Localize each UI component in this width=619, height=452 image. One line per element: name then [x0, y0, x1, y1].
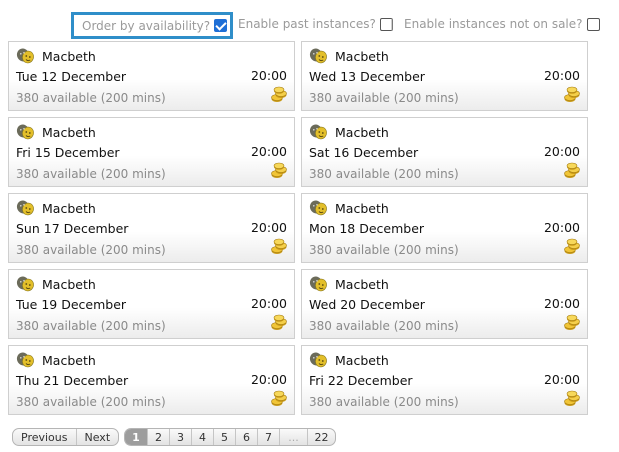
page-link-22[interactable]: 22: [307, 429, 335, 445]
performance-title: Macbeth: [42, 125, 96, 140]
performance-title: Macbeth: [335, 125, 389, 140]
page-link-6[interactable]: 6: [235, 429, 257, 445]
performance-date: Thu 21 December: [16, 373, 129, 388]
performance-grid: Macbeth Tue 12 December 20:00 380 availa…: [8, 41, 588, 415]
theatre-masks-icon: [16, 200, 34, 216]
performance-title: Macbeth: [42, 277, 96, 292]
order-by-availability-option[interactable]: Order by availability?: [71, 12, 233, 39]
gold-coins-icon[interactable]: [270, 314, 288, 332]
performance-availability: 380 available (200 mins): [309, 91, 459, 105]
gold-coins-icon[interactable]: [563, 314, 581, 332]
performance-time: 20:00: [250, 296, 287, 311]
performance-availability: 380 available (200 mins): [16, 395, 166, 409]
performance-time: 20:00: [543, 372, 580, 387]
performance-date: Wed 13 December: [309, 69, 425, 84]
performance-card[interactable]: Macbeth Sun 17 December 20:00 380 availa…: [8, 193, 295, 263]
theatre-masks-icon: [16, 276, 34, 292]
page-numbers: 1 2 3 4 5 6 7... 22: [124, 428, 336, 446]
page-link-5[interactable]: 5: [213, 429, 235, 445]
theatre-masks-icon: [309, 352, 327, 368]
performance-date: Sat 16 December: [309, 145, 419, 160]
enable-not-on-sale-checkbox[interactable]: [586, 17, 600, 31]
gold-coins-icon[interactable]: [563, 390, 581, 408]
page-ellipsis: ...: [279, 429, 307, 445]
performance-title: Macbeth: [335, 277, 389, 292]
performance-card[interactable]: Macbeth Tue 12 December 20:00 380 availa…: [8, 41, 295, 111]
performance-card[interactable]: Macbeth Thu 21 December 20:00 380 availa…: [8, 345, 295, 415]
order-by-availability-checkbox[interactable]: [214, 19, 228, 32]
enable-past-instances-option[interactable]: Enable past instances?: [238, 17, 393, 31]
next-button[interactable]: Next: [75, 429, 119, 445]
gold-coins-icon[interactable]: [270, 162, 288, 180]
gold-coins-icon[interactable]: [270, 390, 288, 408]
performance-availability: 380 available (200 mins): [309, 319, 459, 333]
enable-not-on-sale-option[interactable]: Enable instances not on sale?: [404, 17, 600, 31]
performance-title: Macbeth: [42, 49, 96, 64]
performance-availability: 380 available (200 mins): [16, 319, 166, 333]
theatre-masks-icon: [16, 124, 34, 140]
gold-coins-icon[interactable]: [270, 86, 288, 104]
performance-title: Macbeth: [335, 353, 389, 368]
page-link-7[interactable]: 7: [257, 429, 279, 445]
performance-availability: 380 available (200 mins): [309, 243, 459, 257]
theatre-masks-icon: [309, 48, 327, 64]
performance-availability: 380 available (200 mins): [309, 395, 459, 409]
performance-date: Fri 22 December: [309, 373, 413, 388]
theatre-masks-icon: [16, 352, 34, 368]
theatre-masks-icon: [16, 48, 34, 64]
gold-coins-icon[interactable]: [270, 238, 288, 256]
page-link-3[interactable]: 3: [169, 429, 191, 445]
previous-button[interactable]: Previous: [13, 429, 75, 445]
enable-not-on-sale-label: Enable instances not on sale?: [404, 17, 583, 31]
gold-coins-icon[interactable]: [563, 162, 581, 180]
performance-card[interactable]: Macbeth Wed 13 December 20:00 380 availa…: [301, 41, 588, 111]
performance-date: Sun 17 December: [16, 221, 129, 236]
performance-card[interactable]: Macbeth Sat 16 December 20:00 380 availa…: [301, 117, 588, 187]
gold-coins-icon[interactable]: [563, 238, 581, 256]
performance-card[interactable]: Macbeth Fri 15 December 20:00 380 availa…: [8, 117, 295, 187]
performance-date: Mon 18 December: [309, 221, 425, 236]
theatre-masks-icon: [309, 200, 327, 216]
performance-time: 20:00: [250, 372, 287, 387]
performance-card[interactable]: Macbeth Tue 19 December 20:00 380 availa…: [8, 269, 295, 339]
performance-title: Macbeth: [335, 49, 389, 64]
theatre-masks-icon: [309, 124, 327, 140]
performance-time: 20:00: [543, 296, 580, 311]
performance-date: Wed 20 December: [309, 297, 425, 312]
performance-availability: 380 available (200 mins): [16, 243, 166, 257]
performance-date: Tue 19 December: [16, 297, 127, 312]
performance-title: Macbeth: [42, 201, 96, 216]
performance-time: 20:00: [543, 68, 580, 83]
performance-time: 20:00: [250, 144, 287, 159]
page-link-1[interactable]: 1: [125, 429, 147, 445]
performance-time: 20:00: [250, 220, 287, 235]
performance-card[interactable]: Macbeth Mon 18 December 20:00 380 availa…: [301, 193, 588, 263]
page-link-2[interactable]: 2: [147, 429, 169, 445]
page-link-4[interactable]: 4: [191, 429, 213, 445]
gold-coins-icon[interactable]: [563, 86, 581, 104]
performance-availability: 380 available (200 mins): [16, 167, 166, 181]
performance-card[interactable]: Macbeth Wed 20 December 20:00 380 availa…: [301, 269, 588, 339]
performance-availability: 380 available (200 mins): [309, 167, 459, 181]
performance-date: Fri 15 December: [16, 145, 120, 160]
performance-title: Macbeth: [42, 353, 96, 368]
performance-time: 20:00: [543, 144, 580, 159]
theatre-masks-icon: [309, 276, 327, 292]
options-separator: |: [390, 17, 395, 31]
performance-date: Tue 12 December: [16, 69, 127, 84]
order-by-availability-label: Order by availability?: [82, 18, 211, 33]
performance-title: Macbeth: [335, 201, 389, 216]
performance-time: 20:00: [250, 68, 287, 83]
performance-card[interactable]: Macbeth Fri 22 December 20:00 380 availa…: [301, 345, 588, 415]
prev-next-controls: Previous Next: [12, 428, 120, 446]
performance-time: 20:00: [543, 220, 580, 235]
performance-availability: 380 available (200 mins): [16, 91, 166, 105]
enable-past-instances-label: Enable past instances?: [238, 17, 376, 31]
